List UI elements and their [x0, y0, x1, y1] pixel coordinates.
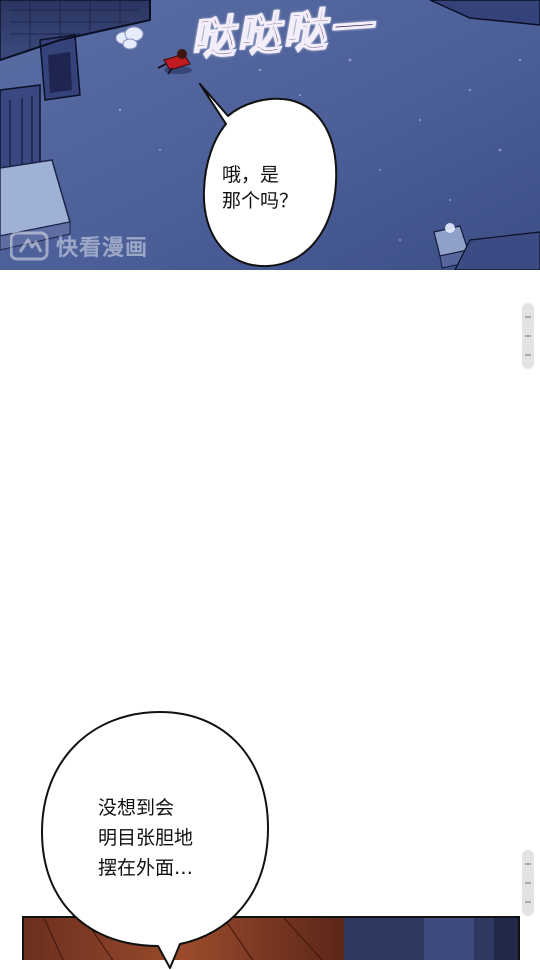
speech-bubble-2-text: 没想到会 明目张胆地 摆在外面… — [98, 793, 193, 883]
watermark: 快看漫画 — [10, 226, 148, 266]
speech-bubble-1-text: 哦，是 那个吗？ — [222, 162, 298, 214]
dialogue-line: 明目张胆地 — [98, 827, 194, 849]
dialogue-line: 摆在外面… — [98, 857, 194, 879]
dialogue-line: 没想到会 — [98, 797, 175, 819]
dialogue-line: 哦，是 — [222, 164, 280, 186]
watermark-brand-text: 快看漫画 — [56, 236, 149, 261]
kuaikan-logo-icon — [10, 231, 49, 261]
scroll-handle-upper[interactable] — [522, 303, 534, 369]
scroll-handle-lower[interactable] — [522, 850, 534, 916]
speech-bubble-2: 没想到会 明目张胆地 摆在外面… — [30, 700, 280, 970]
dialogue-line: 那个吗？ — [222, 190, 299, 212]
speech-bubble-1: 哦，是 那个吗？ — [192, 82, 342, 272]
